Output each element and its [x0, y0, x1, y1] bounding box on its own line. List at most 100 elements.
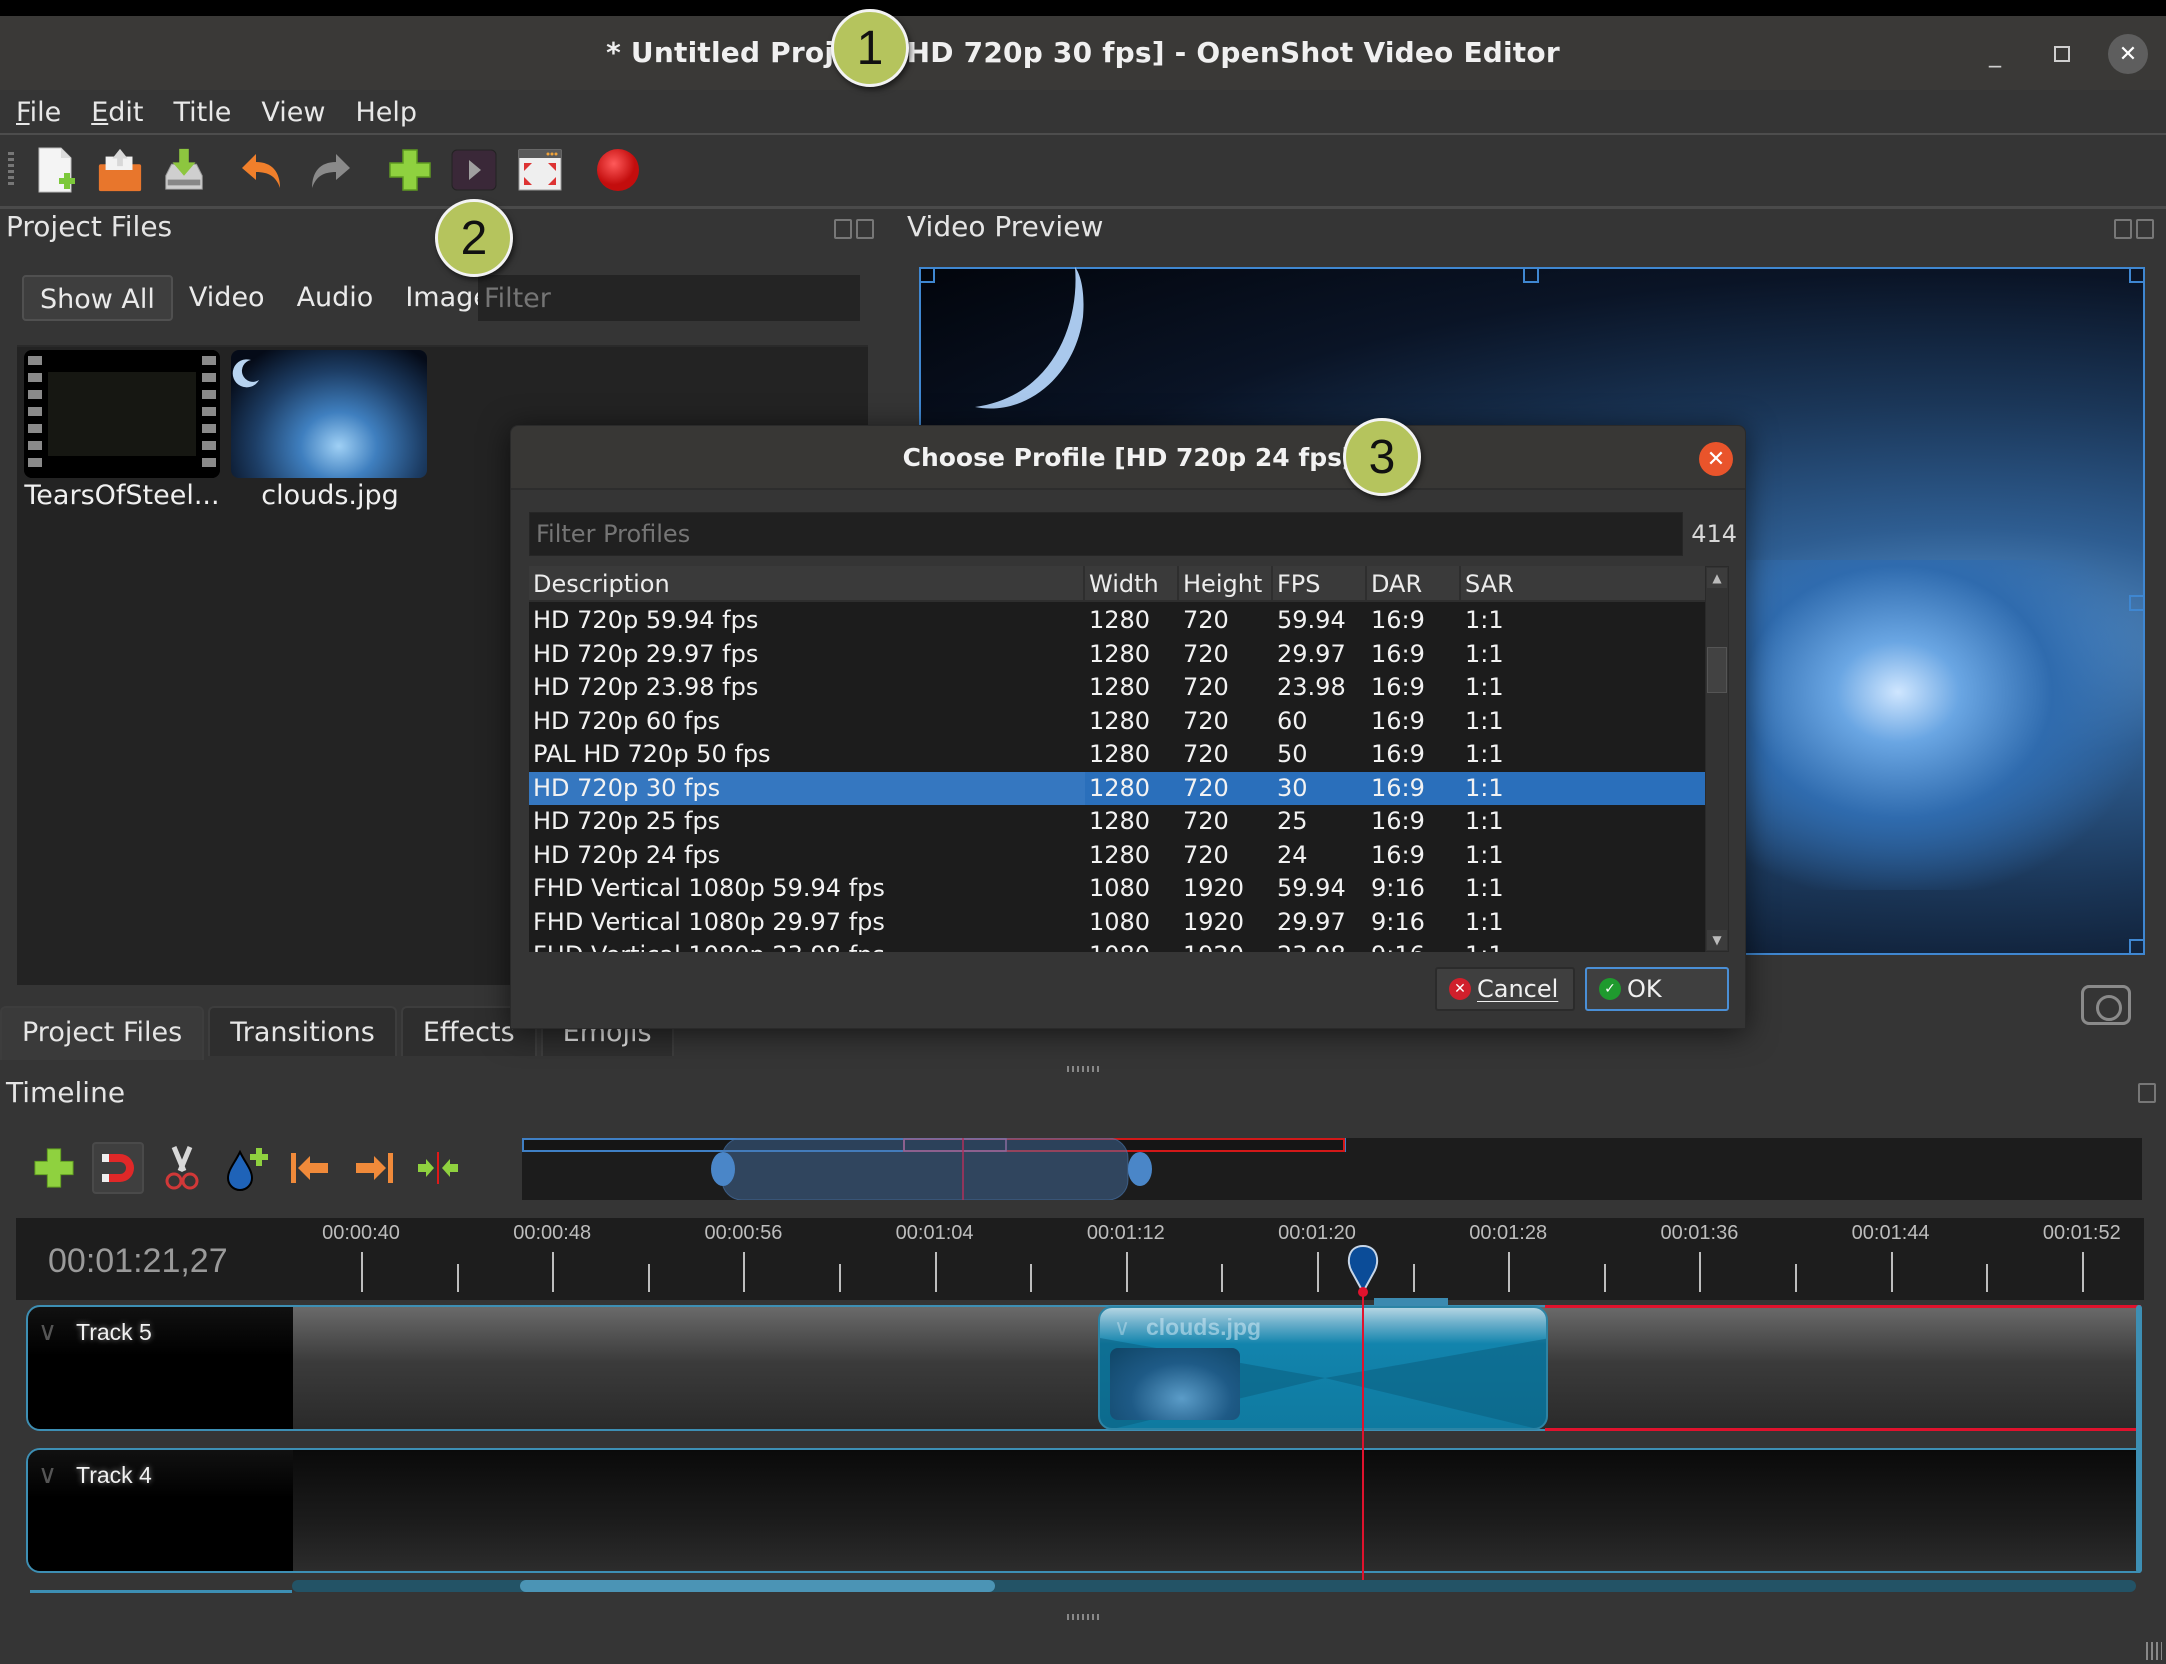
- cell-height: 720: [1183, 773, 1229, 802]
- ok-button[interactable]: ✓ OK: [1585, 967, 1729, 1011]
- track-collapse-icon[interactable]: ∨: [38, 1460, 57, 1490]
- save-project-button[interactable]: [160, 146, 208, 194]
- splitter-handle-bottom[interactable]: [1067, 1614, 1101, 1620]
- next-marker-button[interactable]: [348, 1142, 400, 1194]
- table-row[interactable]: HD 720p 59.94 fps 1280 720 59.94 16:9 1:1: [529, 604, 1713, 637]
- menu-help[interactable]: Help: [355, 97, 417, 128]
- add-track-button[interactable]: [28, 1142, 80, 1194]
- cancel-button[interactable]: ✕ Cancel: [1435, 967, 1575, 1011]
- fullscreen-button[interactable]: [516, 146, 564, 194]
- camera-snapshot-icon[interactable]: [2081, 985, 2131, 1025]
- minimize-button[interactable]: _: [1975, 34, 2015, 74]
- export-video-button[interactable]: [594, 146, 642, 194]
- float-icon[interactable]: [2138, 1083, 2156, 1103]
- close-dock-icon[interactable]: [856, 219, 874, 239]
- menu-view[interactable]: View: [261, 97, 325, 128]
- table-row[interactable]: HD 720p 25 fps 1280 720 25 16:9 1:1: [529, 805, 1713, 838]
- table-row[interactable]: HD 720p 24 fps 1280 720 24 16:9 1:1: [529, 839, 1713, 872]
- choose-profile-button[interactable]: [450, 146, 498, 194]
- track-header[interactable]: [28, 1450, 293, 1571]
- resize-grip[interactable]: [2146, 1642, 2162, 1660]
- marker-drop-icon: [226, 1148, 268, 1191]
- import-files-button[interactable]: [386, 146, 434, 194]
- toolbar-grip[interactable]: [8, 152, 14, 188]
- table-row[interactable]: FHD Vertical 1080p 29.97 fps 1080 1920 29.9…: [529, 906, 1713, 939]
- filter-audio[interactable]: Audio: [281, 275, 390, 321]
- track-4[interactable]: ∨ Track 4: [26, 1448, 2140, 1573]
- transform-handle-bottom-right[interactable]: [2129, 939, 2145, 955]
- clip-collapse-icon[interactable]: ∨: [1114, 1316, 1130, 1341]
- window-title: * Untitled Project [HD 720p 30 fps] - Op…: [606, 36, 1560, 69]
- zoom-window: [721, 1137, 1129, 1201]
- float-icon[interactable]: [2114, 219, 2132, 239]
- film-strip-icon: [24, 350, 220, 478]
- column-fps[interactable]: FPS: [1273, 566, 1367, 602]
- profiles-scrollbar[interactable]: ▲ ▼: [1705, 566, 1729, 952]
- table-row[interactable]: HD 720p 30 fps 1280 720 30 16:9 1:1: [529, 771, 1713, 805]
- table-row[interactable]: FHD Vertical 1080p 59.94 fps 1080 1920 59.9…: [529, 872, 1713, 905]
- add-marker-button[interactable]: [220, 1142, 272, 1194]
- track-header[interactable]: [28, 1307, 293, 1429]
- undo-button[interactable]: [238, 146, 286, 194]
- column-sar[interactable]: SAR: [1461, 566, 1713, 602]
- cell-height: 720: [1183, 673, 1229, 701]
- scroll-down-arrow[interactable]: ▼: [1707, 930, 1727, 950]
- table-row[interactable]: FHD Vertical 1080p 23.98 fps1080192023.9…: [529, 939, 1713, 952]
- table-row[interactable]: HD 720p 23.98 fps 1280 720 23.98 16:9 1:1: [529, 671, 1713, 704]
- menu-title[interactable]: Title: [174, 97, 232, 128]
- menu-edit[interactable]: Edit: [91, 97, 143, 128]
- file-thumbnail-video[interactable]: [24, 350, 220, 478]
- close-dock-icon[interactable]: [2136, 219, 2154, 239]
- redo-button[interactable]: [306, 146, 354, 194]
- timeline-zoom-slider[interactable]: [522, 1137, 2142, 1201]
- table-row[interactable]: HD 720p 29.97 fps 1280 720 29.97 16:9 1:1: [529, 638, 1713, 671]
- new-project-button[interactable]: [32, 146, 80, 194]
- scroll-thumb[interactable]: [1707, 647, 1727, 693]
- open-project-button[interactable]: [96, 146, 144, 194]
- file-thumbnail-image[interactable]: [231, 350, 427, 478]
- profile-count: 414: [1691, 520, 1737, 548]
- cell-dar: 9:16: [1371, 907, 1425, 936]
- filter-video[interactable]: Video: [173, 275, 281, 321]
- float-icon[interactable]: [834, 219, 852, 239]
- ruler-label: 00:01:36: [1660, 1222, 1739, 1244]
- snapping-toggle[interactable]: [92, 1142, 144, 1194]
- maximize-button[interactable]: [2042, 34, 2082, 74]
- razor-tool-button[interactable]: [156, 1142, 208, 1194]
- previous-marker-button[interactable]: [284, 1142, 336, 1194]
- timeline-clip[interactable]: ∨ clouds.jpg: [1098, 1306, 1548, 1430]
- transform-handle-top-right[interactable]: [2129, 267, 2145, 283]
- filter-profiles-input[interactable]: [529, 512, 1683, 556]
- scroll-up-arrow[interactable]: ▲: [1707, 568, 1727, 588]
- filter-show-all[interactable]: Show All: [22, 275, 173, 321]
- cell-dar: 16:9: [1371, 740, 1425, 768]
- transform-handle-top-left[interactable]: [919, 267, 935, 283]
- timeline-scroll-thumb[interactable]: [520, 1580, 995, 1592]
- track-collapse-icon[interactable]: ∨: [38, 1317, 57, 1347]
- timeline-vertical-scrollbar[interactable]: [2136, 1305, 2142, 1573]
- column-height[interactable]: Height: [1179, 566, 1273, 602]
- dialog-close-button[interactable]: ✕: [1699, 442, 1733, 476]
- column-width[interactable]: Width: [1085, 566, 1179, 602]
- table-row[interactable]: HD 720p 60 fps 1280 720 60 16:9 1:1: [529, 705, 1713, 738]
- cell-width: 1280: [1089, 706, 1151, 735]
- column-description[interactable]: Description: [529, 566, 1085, 602]
- track-5[interactable]: ∨ Track 5: [26, 1305, 2140, 1431]
- cancel-icon: ✕: [1449, 978, 1471, 1000]
- cell-width: 1280: [1089, 639, 1151, 668]
- column-dar[interactable]: DAR: [1367, 566, 1461, 602]
- project-files-filter-input[interactable]: [478, 275, 860, 321]
- table-row[interactable]: PAL HD 720p 50 fps 1280 720 50 16:9 1:1: [529, 738, 1713, 771]
- transform-handle-right[interactable]: [2129, 595, 2145, 611]
- tab-project-files[interactable]: Project Files: [0, 1006, 205, 1060]
- cell-description: HD 720p 59.94 fps: [533, 606, 759, 634]
- undo-icon: [242, 154, 280, 188]
- window-close-button[interactable]: ✕: [2108, 34, 2148, 74]
- menu-file[interactable]: File: [16, 97, 61, 128]
- center-playhead-button[interactable]: [412, 1142, 464, 1194]
- playhead-handle[interactable]: [1344, 1244, 1382, 1298]
- splitter-handle[interactable]: [1067, 1066, 1101, 1072]
- cell-height: 720: [1183, 807, 1229, 835]
- transform-handle-top[interactable]: [1523, 267, 1539, 283]
- tab-transitions[interactable]: Transitions: [208, 1006, 397, 1056]
